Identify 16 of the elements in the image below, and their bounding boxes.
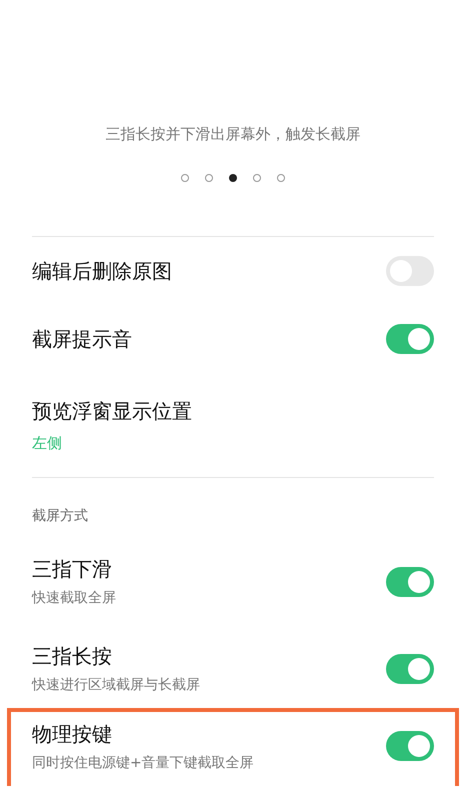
- setting-title: 截屏提示音: [32, 326, 132, 353]
- section-header: 截屏方式: [31, 507, 89, 526]
- setting-title: 编辑后删除原图: [32, 258, 172, 285]
- setting-title: 三指长按: [32, 643, 113, 670]
- setting-title: 物理按键: [32, 720, 113, 748]
- setting-title: 三指下滑: [32, 556, 113, 583]
- setting-subtitle: 快速进行区域截屏与长截屏: [32, 676, 200, 695]
- setting-value: 左侧: [32, 432, 63, 454]
- toggle-switch[interactable]: [386, 324, 434, 354]
- carousel-caption: 三指长按并下滑出屏幕外，触发长截屏: [104, 124, 362, 145]
- setting-subtitle: 同时按住电源键+音量下键截取全屏: [32, 754, 254, 772]
- toggle-switch[interactable]: [386, 731, 434, 761]
- setting-title: 预览浮窗显示位置: [32, 398, 192, 425]
- toggle-switch[interactable]: [386, 654, 434, 684]
- setting-subtitle: 快速截取全屏: [32, 589, 116, 608]
- toggle-switch[interactable]: [386, 566, 434, 596]
